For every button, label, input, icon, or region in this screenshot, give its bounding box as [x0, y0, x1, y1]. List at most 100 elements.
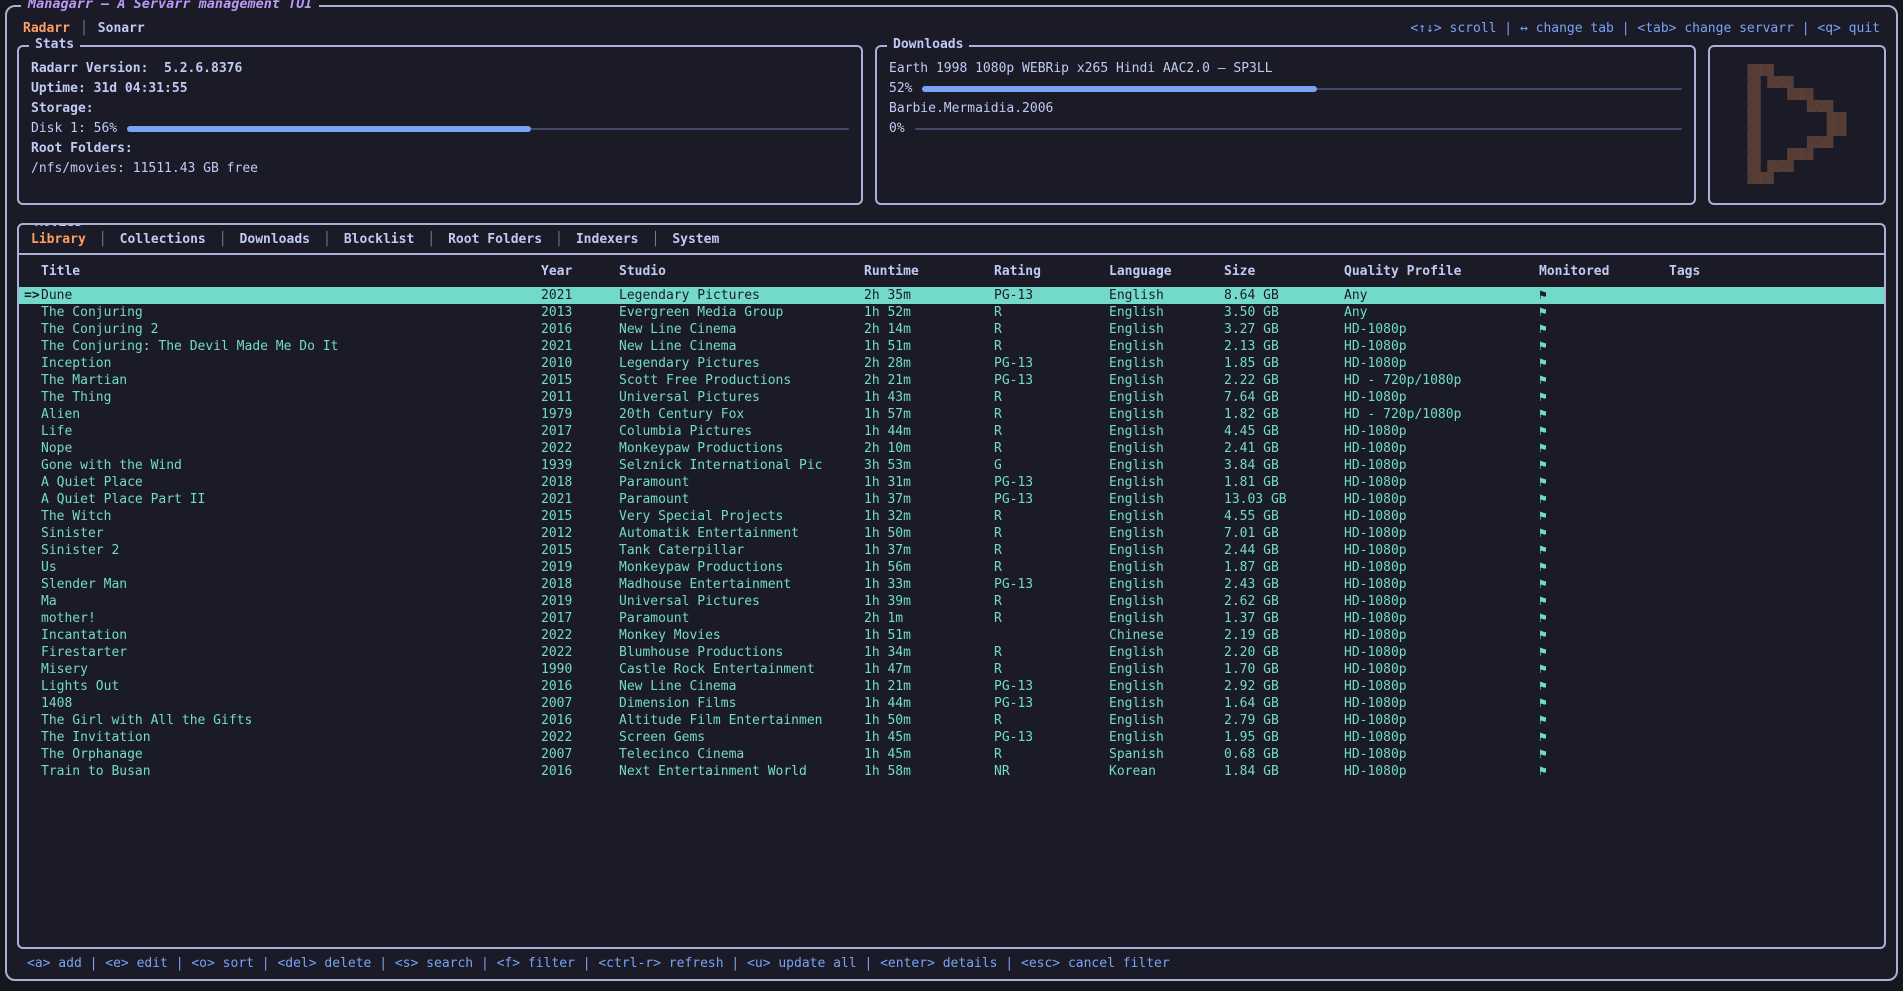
tab-root-folders[interactable]: Root Folders [448, 232, 542, 247]
movie-runtime: 2h 21m [864, 373, 994, 388]
movie-row[interactable]: 1408 2007 Dimension Films 1h 44m PG-13 E… [19, 695, 1884, 712]
movie-studio: Screen Gems [619, 730, 864, 745]
movie-row[interactable]: Life 2017 Columbia Pictures 1h 44m R Eng… [19, 423, 1884, 440]
movie-year: 2019 [541, 594, 619, 609]
movie-row[interactable]: The Witch 2015 Very Special Projects 1h … [19, 508, 1884, 525]
movie-rating: R [994, 560, 1109, 575]
movie-year: 1979 [541, 407, 619, 422]
movie-title: Incantation [41, 628, 541, 643]
download-item-name: Barbie.Mermaidia.2006 [889, 99, 1682, 119]
movie-row[interactable]: The Girl with All the Gifts 2016 Altitud… [19, 712, 1884, 729]
movie-rating: R [994, 526, 1109, 541]
movie-row[interactable]: Slender Man 2018 Madhouse Entertainment … [19, 576, 1884, 593]
movie-runtime: 1h 44m [864, 696, 994, 711]
monitored-flag-icon: ⚑ [1539, 526, 1669, 541]
movie-title: The Conjuring 2 [41, 322, 541, 337]
movie-size: 1.87 GB [1224, 560, 1344, 575]
movie-rating: PG-13 [994, 492, 1109, 507]
tab-blocklist[interactable]: Blocklist [344, 232, 414, 247]
movie-row[interactable]: The Thing 2011 Universal Pictures 1h 43m… [19, 389, 1884, 406]
movie-row[interactable]: Us 2019 Monkeypaw Productions 1h 56m R E… [19, 559, 1884, 576]
movie-year: 2019 [541, 560, 619, 575]
download-percent-label: 0% [889, 119, 905, 139]
monitored-flag-icon: ⚑ [1539, 288, 1669, 303]
tab-indexers[interactable]: Indexers [576, 232, 639, 247]
selection-marker: => [21, 288, 41, 303]
movie-title: Nope [41, 441, 541, 456]
movie-row[interactable]: Lights Out 2016 New Line Cinema 1h 21m P… [19, 678, 1884, 695]
movie-quality-profile: HD-1080p [1344, 662, 1539, 677]
movie-row[interactable]: => Dune 2021 Legendary Pictures 2h 35m P… [19, 287, 1884, 304]
movie-row[interactable]: Firestarter 2022 Blumhouse Productions 1… [19, 644, 1884, 661]
movie-year: 1939 [541, 458, 619, 473]
tab-library[interactable]: Library [31, 232, 86, 247]
movie-year: 2017 [541, 424, 619, 439]
movie-row[interactable]: Incantation 2022 Monkey Movies 1h 51m Ch… [19, 627, 1884, 644]
movie-studio: Monkeypaw Productions [619, 560, 864, 575]
movie-quality-profile: HD - 720p/1080p [1344, 373, 1539, 388]
tab-radarr[interactable]: Radarr [23, 21, 70, 36]
monitored-flag-icon: ⚑ [1539, 543, 1669, 558]
movie-row[interactable]: The Conjuring 2 2016 New Line Cinema 2h … [19, 321, 1884, 338]
movie-language: Chinese [1109, 628, 1224, 643]
movie-row[interactable]: A Quiet Place Part II 2021 Paramount 1h … [19, 491, 1884, 508]
servarr-tabs: Radarr │ Sonarr [23, 21, 145, 36]
movie-row[interactable]: The Martian 2015 Scott Free Productions … [19, 372, 1884, 389]
monitored-flag-icon: ⚑ [1539, 441, 1669, 456]
movie-row[interactable]: mother! 2017 Paramount 2h 1m R English 1… [19, 610, 1884, 627]
movie-size: 1.84 GB [1224, 764, 1344, 779]
movie-row[interactable]: Train to Busan 2016 Next Entertainment W… [19, 763, 1884, 780]
download-progress-bar [915, 122, 1682, 136]
movie-quality-profile: HD-1080p [1344, 424, 1539, 439]
movie-quality-profile: HD - 720p/1080p [1344, 407, 1539, 422]
monitored-flag-icon: ⚑ [1539, 390, 1669, 405]
movie-rating: R [994, 305, 1109, 320]
tab-separator: │ [555, 232, 563, 247]
tab-separator: │ [80, 21, 88, 36]
movie-studio: 20th Century Fox [619, 407, 864, 422]
movie-row[interactable]: Nope 2022 Monkeypaw Productions 2h 10m R… [19, 440, 1884, 457]
tab-sonarr[interactable]: Sonarr [98, 21, 145, 36]
movie-row[interactable]: Gone with the Wind 1939 Selznick Interna… [19, 457, 1884, 474]
col-year: Year [541, 264, 619, 279]
movie-year: 2007 [541, 696, 619, 711]
tab-system[interactable]: System [672, 232, 719, 247]
movie-language: English [1109, 373, 1224, 388]
movie-row[interactable]: The Conjuring 2013 Evergreen Media Group… [19, 304, 1884, 321]
tab-collections[interactable]: Collections [120, 232, 206, 247]
movie-quality-profile: HD-1080p [1344, 390, 1539, 405]
movie-language: English [1109, 458, 1224, 473]
movie-size: 7.01 GB [1224, 526, 1344, 541]
movie-rating: R [994, 543, 1109, 558]
movie-rating: R [994, 390, 1109, 405]
movie-size: 4.55 GB [1224, 509, 1344, 524]
tab-separator: │ [219, 232, 227, 247]
app-title: Managarr — A Servarr management TUI [21, 0, 319, 12]
movie-size: 1.95 GB [1224, 730, 1344, 745]
movie-title: Firestarter [41, 645, 541, 660]
movie-title: Slender Man [41, 577, 541, 592]
movie-row[interactable]: The Invitation 2022 Screen Gems 1h 45m P… [19, 729, 1884, 746]
managarr-logo-icon: ▒▒▒▒ ▒▒ ▒▒▒▒ ▒▒ ▒▒▒▒ ▒▒ ▒▒▒▒ ▒▒ ▒▒▒ ▒▒ ▒… [1747, 65, 1846, 185]
movie-language: Spanish [1109, 747, 1224, 762]
movie-row[interactable]: Alien 1979 20th Century Fox 1h 57m R Eng… [19, 406, 1884, 423]
movie-studio: Legendary Pictures [619, 288, 864, 303]
monitored-flag-icon: ⚑ [1539, 305, 1669, 320]
download-item-progress: 52% [889, 79, 1682, 99]
movie-row[interactable]: Inception 2010 Legendary Pictures 2h 28m… [19, 355, 1884, 372]
movie-rating: R [994, 339, 1109, 354]
tab-separator: │ [99, 232, 107, 247]
tab-downloads[interactable]: Downloads [240, 232, 310, 247]
movie-row[interactable]: Sinister 2 2015 Tank Caterpillar 1h 37m … [19, 542, 1884, 559]
movie-row[interactable]: A Quiet Place 2018 Paramount 1h 31m PG-1… [19, 474, 1884, 491]
movie-row[interactable]: The Orphanage 2007 Telecinco Cinema 1h 4… [19, 746, 1884, 763]
movie-row[interactable]: The Conjuring: The Devil Made Me Do It 2… [19, 338, 1884, 355]
movie-row[interactable]: Misery 1990 Castle Rock Entertainment 1h… [19, 661, 1884, 678]
movie-runtime: 2h 1m [864, 611, 994, 626]
movie-row[interactable]: Sinister 2012 Automatik Entertainment 1h… [19, 525, 1884, 542]
monitored-flag-icon: ⚑ [1539, 577, 1669, 592]
movie-year: 2011 [541, 390, 619, 405]
movie-rating: R [994, 441, 1109, 456]
col-title: Title [41, 264, 541, 279]
movie-row[interactable]: Ma 2019 Universal Pictures 1h 39m R Engl… [19, 593, 1884, 610]
